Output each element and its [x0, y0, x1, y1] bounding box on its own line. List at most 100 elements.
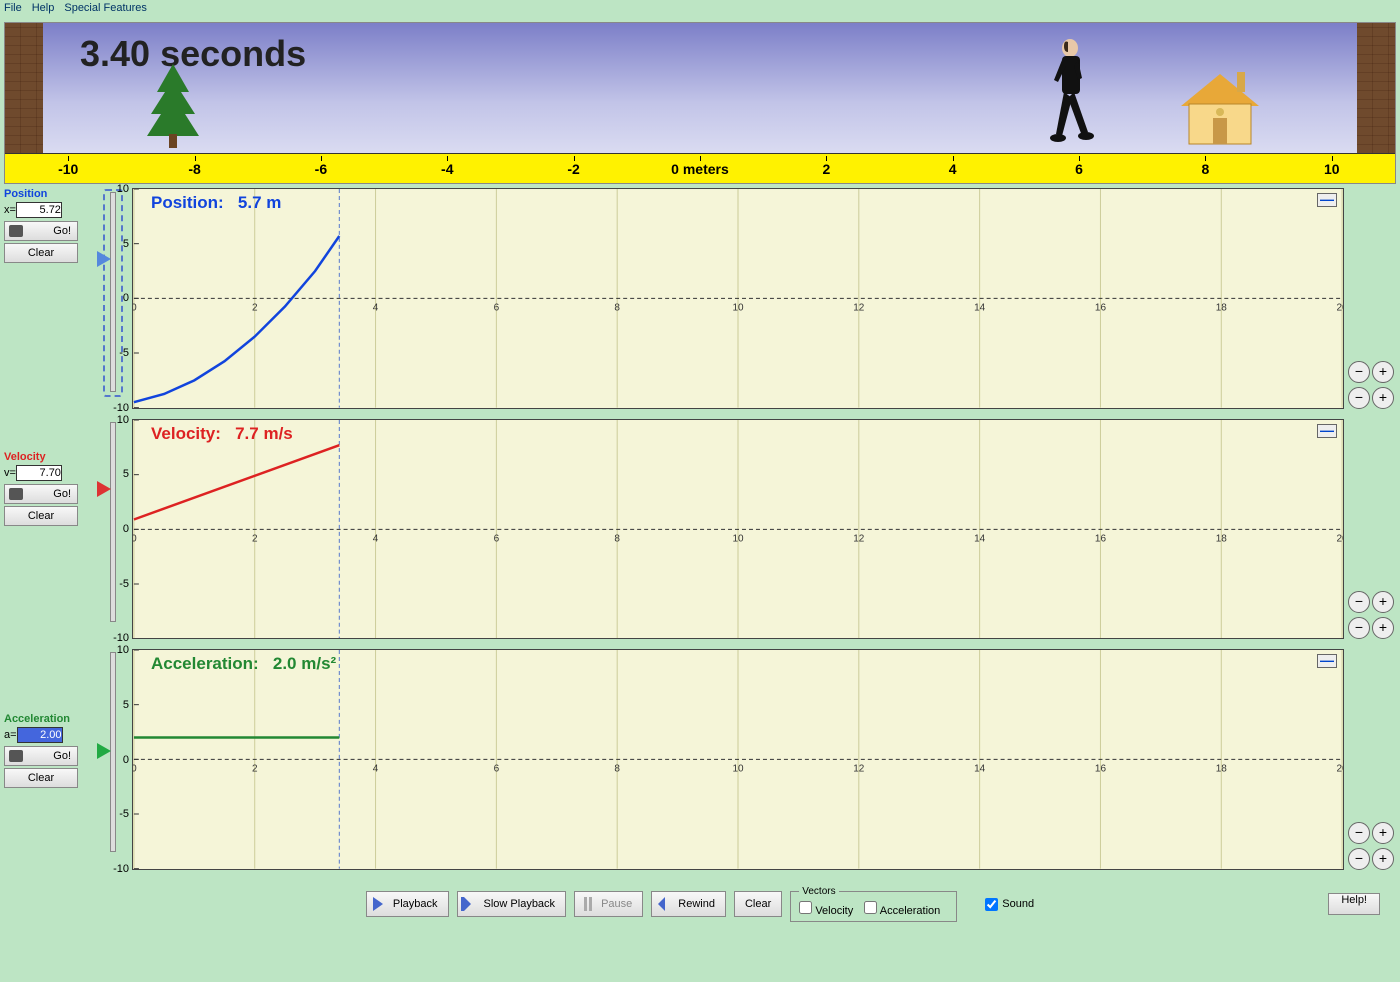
y-tick-label: -5	[119, 808, 129, 820]
svg-text:16: 16	[1095, 302, 1107, 313]
position-go-button[interactable]: Go!	[4, 221, 78, 241]
position-zoom-y-out-button[interactable]: −	[1348, 361, 1370, 383]
svg-text:12: 12	[853, 533, 865, 544]
sound-option[interactable]: Sound	[985, 898, 1034, 911]
acceleration-zoom-y-out-button[interactable]: −	[1348, 822, 1370, 844]
acceleration-vector-label[interactable]: Acceleration	[864, 905, 940, 917]
velocity-vector-checkbox[interactable]	[799, 901, 812, 914]
svg-text:4: 4	[373, 764, 379, 775]
position-zoom-x-out-button[interactable]: −	[1348, 387, 1370, 409]
vectors-fieldset: Vectors Velocity Acceleration	[790, 886, 957, 922]
walking-man-icon[interactable]	[1050, 38, 1094, 153]
wall-left	[5, 23, 43, 153]
svg-text:4: 4	[373, 302, 379, 313]
velocity-go-button[interactable]: Go!	[4, 484, 78, 504]
svg-text:10: 10	[732, 764, 744, 775]
velocity-zoom-controls: −+ −+	[1348, 419, 1396, 640]
acceleration-clear-button[interactable]: Clear	[4, 768, 78, 788]
svg-text:8: 8	[614, 302, 620, 313]
svg-text:16: 16	[1095, 533, 1107, 544]
clear-button[interactable]: Clear	[734, 891, 782, 917]
acceleration-chart-label: Acceleration:	[151, 654, 259, 673]
velocity-chart[interactable]: Velocity: 7.7 m/s — 1050-5-10 0246810121…	[132, 419, 1344, 640]
velocity-input[interactable]	[16, 465, 62, 481]
wall-right	[1357, 23, 1395, 153]
position-input[interactable]	[16, 202, 62, 218]
acceleration-vector-checkbox[interactable]	[864, 901, 877, 914]
position-title: Position	[4, 188, 94, 200]
position-zoom-x-in-button[interactable]: +	[1372, 387, 1394, 409]
position-chart-label: Position:	[151, 193, 224, 212]
acceleration-zoom-y-in-button[interactable]: +	[1372, 822, 1394, 844]
position-zoom-y-in-button[interactable]: +	[1372, 361, 1394, 383]
playback-button[interactable]: Playback	[366, 891, 449, 917]
svg-text:14: 14	[974, 533, 986, 544]
y-tick-label: -5	[119, 578, 129, 590]
y-tick-label: -10	[113, 402, 129, 414]
svg-text:6: 6	[494, 764, 500, 775]
svg-text:20: 20	[1337, 764, 1343, 775]
y-tick-label: 5	[123, 468, 129, 480]
svg-text:18: 18	[1216, 533, 1228, 544]
acceleration-chart[interactable]: Acceleration: 2.0 m/s² — 1050-5-10 02468…	[132, 649, 1344, 870]
menu-special[interactable]: Special Features	[64, 2, 147, 16]
velocity-zoom-x-in-button[interactable]: +	[1372, 617, 1394, 639]
ruler-tick: -6	[258, 161, 384, 177]
sound-label: Sound	[1002, 898, 1034, 910]
ruler-tick: -8	[131, 161, 257, 177]
velocity-vector-label[interactable]: Velocity	[799, 905, 853, 917]
tree-icon	[145, 64, 201, 153]
help-button[interactable]: Help!	[1328, 893, 1380, 915]
position-zoom-controls: −+ −+	[1348, 188, 1396, 409]
simulation-scene: 3.40 seconds -10-8-6-4-20 meters246810	[4, 22, 1396, 184]
svg-text:14: 14	[974, 764, 986, 775]
ruler-tick: 0 meters	[637, 161, 763, 177]
velocity-zoom-y-out-button[interactable]: −	[1348, 591, 1370, 613]
sidebar-acceleration-group: Acceleration a= Go! Clear	[4, 713, 94, 790]
acceleration-input[interactable]	[17, 727, 63, 743]
sound-checkbox[interactable]	[985, 898, 998, 911]
velocity-var-label: v=	[4, 467, 16, 479]
velocity-clear-button[interactable]: Clear	[4, 506, 78, 526]
acceleration-go-button[interactable]: Go!	[4, 746, 78, 766]
velocity-zoom-y-in-button[interactable]: +	[1372, 591, 1394, 613]
velocity-zoom-x-out-button[interactable]: −	[1348, 617, 1370, 639]
svg-text:2: 2	[252, 533, 258, 544]
rewind-button[interactable]: Rewind	[651, 891, 726, 917]
velocity-chart-label: Velocity:	[151, 424, 221, 443]
pause-button[interactable]: Pause	[574, 891, 643, 917]
menu-help[interactable]: Help	[32, 2, 55, 16]
acceleration-zoom-x-in-button[interactable]: +	[1372, 848, 1394, 870]
y-tick-label: -10	[113, 632, 129, 644]
svg-text:10: 10	[732, 302, 744, 313]
slow-playback-button[interactable]: Slow Playback	[457, 891, 567, 917]
sidebar-velocity-group: Velocity v= Go! Clear	[4, 451, 94, 634]
svg-text:18: 18	[1216, 302, 1228, 313]
svg-text:14: 14	[974, 302, 986, 313]
y-tick-label: -5	[119, 347, 129, 359]
acceleration-zoom-x-out-button[interactable]: −	[1348, 848, 1370, 870]
y-tick-label: 0	[123, 523, 129, 535]
acceleration-chart-value: 2.0 m/s²	[273, 654, 336, 673]
ruler-tick: -10	[5, 161, 131, 177]
svg-text:20: 20	[1337, 302, 1343, 313]
menubar: File Help Special Features	[0, 0, 1400, 18]
menu-file[interactable]: File	[4, 2, 22, 16]
svg-text:12: 12	[853, 302, 865, 313]
workspace: Position x= Go! Clear Velocity v= Go! Cl…	[0, 184, 1400, 874]
y-tick-label: 0	[123, 754, 129, 766]
svg-text:8: 8	[614, 764, 620, 775]
y-tick-label: 10	[117, 644, 129, 656]
position-clear-button[interactable]: Clear	[4, 243, 78, 263]
svg-text:0: 0	[133, 302, 137, 313]
acceleration-zoom-controls: −+ −+	[1348, 649, 1396, 870]
bottombar: Playback Slow Playback Pause Rewind Clea…	[0, 874, 1400, 934]
y-tick-label: 10	[117, 183, 129, 195]
sidebar-position-group: Position x= Go! Clear	[4, 188, 94, 371]
ruler-tick: 2	[763, 161, 889, 177]
svg-text:6: 6	[494, 302, 500, 313]
ruler-tick: 6	[1016, 161, 1142, 177]
svg-text:2: 2	[252, 764, 258, 775]
ruler-tick: 8	[1142, 161, 1268, 177]
position-chart[interactable]: Position: 5.7 m — 1050-5-10 024681012141…	[132, 188, 1344, 409]
